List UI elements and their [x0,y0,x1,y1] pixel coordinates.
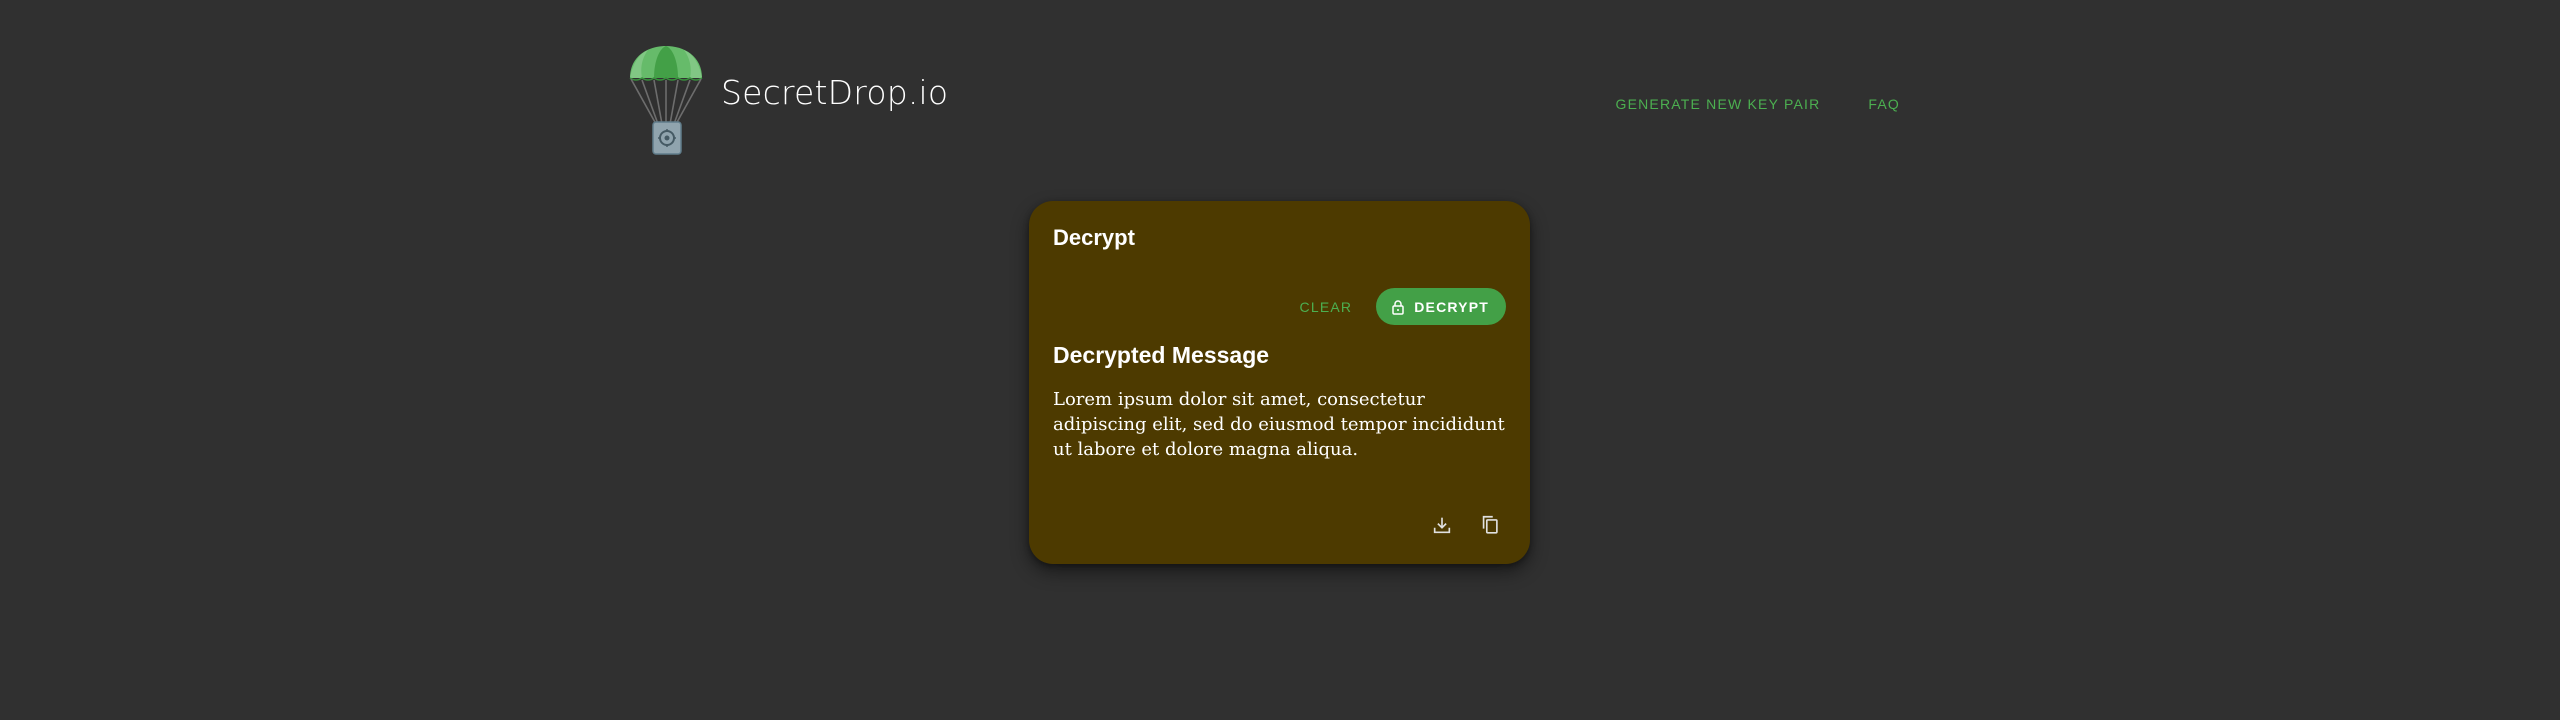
copy-icon [1482,515,1498,534]
download-icon [1433,517,1451,534]
page: SecretDrop.io GENERATE NEW KEY PAIR FAQ … [0,0,2560,720]
header: SecretDrop.io GENERATE NEW KEY PAIR FAQ [628,44,1900,158]
download-button[interactable] [1424,507,1460,543]
decrypt-button[interactable]: DECRYPT [1376,288,1506,325]
card-actions: CLEAR DECRYPT [1288,288,1506,325]
brand-link[interactable]: SecretDrop.io [628,44,948,158]
decrypt-card: Decrypt CLEAR DECRYPT Decrypted Message … [1029,201,1530,564]
top-nav: GENERATE NEW KEY PAIR FAQ [1591,88,1900,120]
nav-generate-key-pair[interactable]: GENERATE NEW KEY PAIR [1591,88,1844,120]
decrypted-message-text: Lorem ipsum dolor sit amet, consectetur … [1053,389,1505,460]
parachute-lock-icon [629,46,703,155]
clear-button[interactable]: CLEAR [1288,289,1365,325]
nav-faq[interactable]: FAQ [1844,88,1900,120]
decrypt-button-label: DECRYPT [1414,298,1489,315]
lock-icon [1392,299,1404,315]
card-title: Decrypt [1053,225,1135,250]
brand-name: SecretDrop.io [721,72,949,112]
copy-button[interactable] [1472,507,1508,543]
decrypted-message-title: Decrypted Message [1053,342,1270,368]
